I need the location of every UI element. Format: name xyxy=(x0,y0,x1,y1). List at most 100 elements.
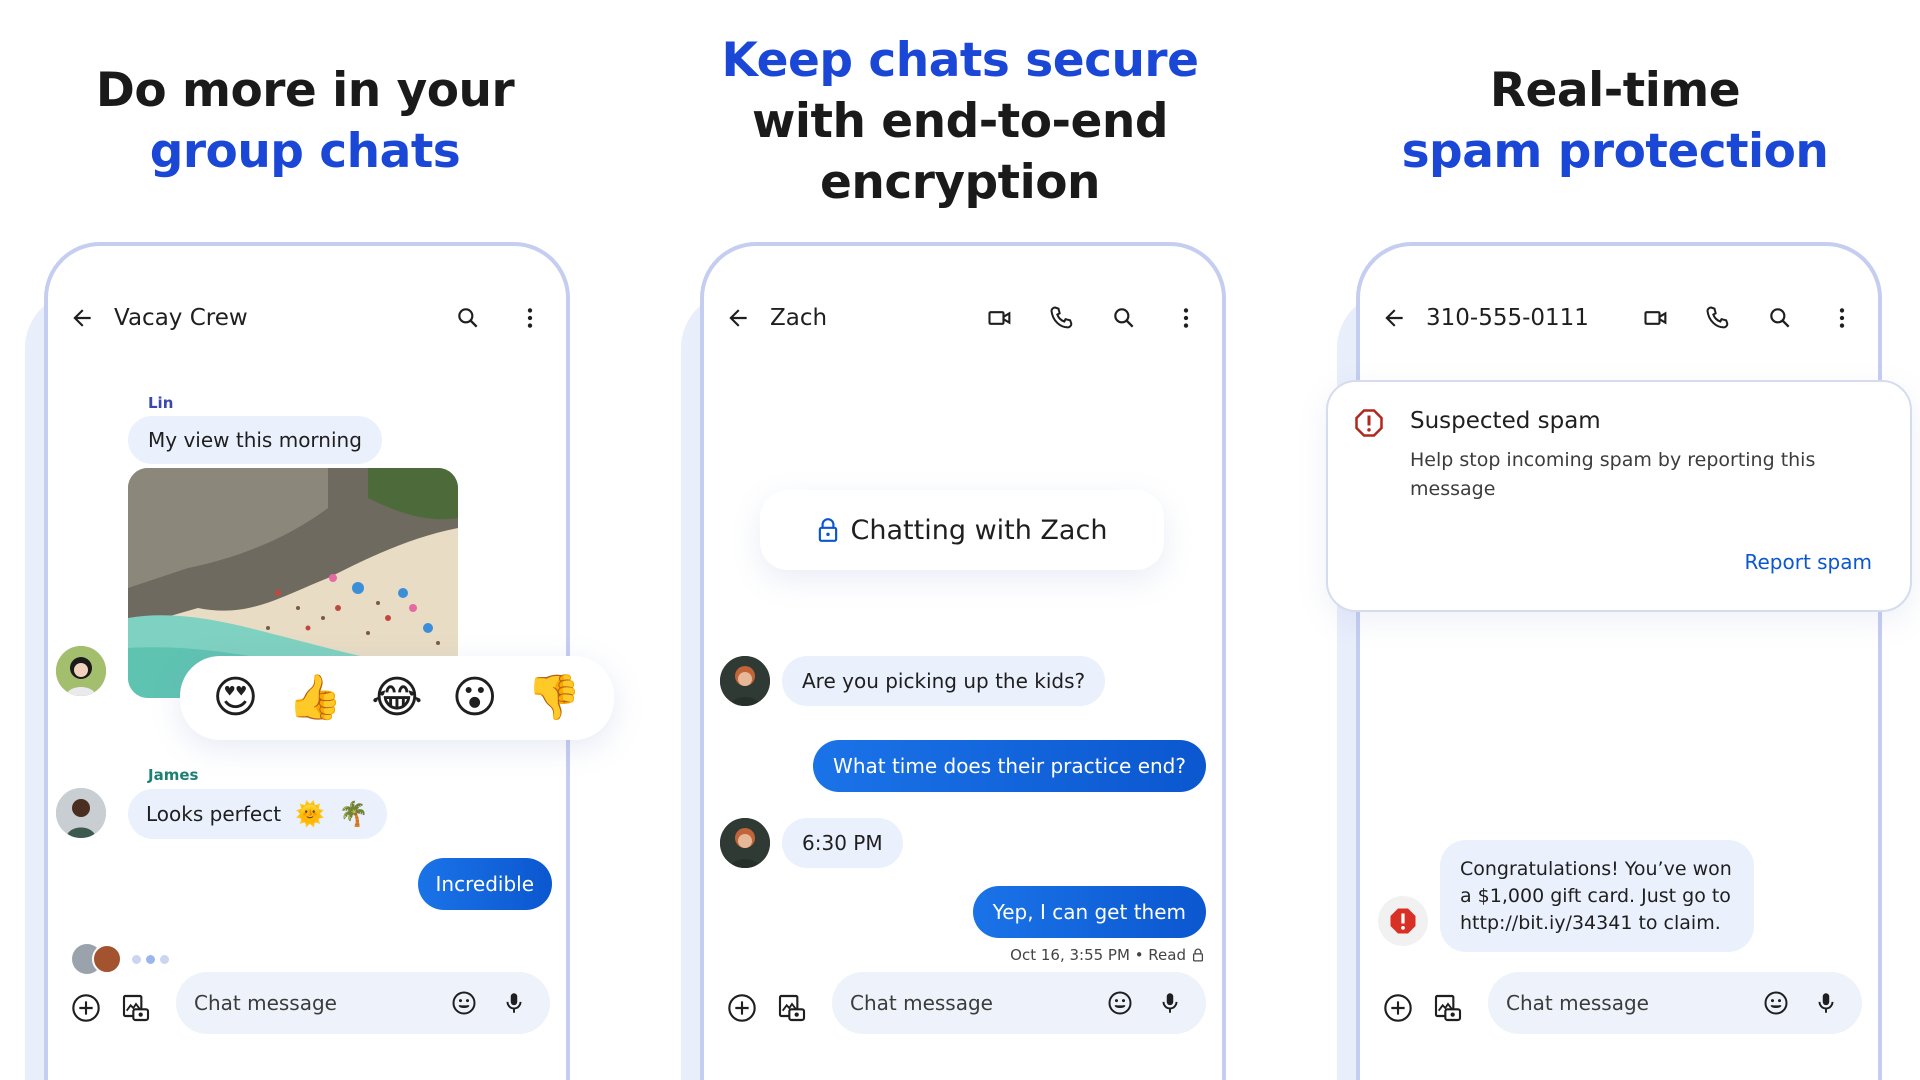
spam-warning-icon xyxy=(1355,409,1383,437)
reaction-thumbs-up[interactable]: 👍 xyxy=(287,676,342,720)
gallery-icon xyxy=(778,994,806,1022)
more-options-button[interactable] xyxy=(1170,302,1202,334)
more-vert-icon xyxy=(527,308,533,328)
message-text: Yep, I can get them xyxy=(992,900,1186,924)
add-attachment-button[interactable] xyxy=(1382,992,1414,1024)
back-button[interactable] xyxy=(66,302,98,334)
search-button[interactable] xyxy=(452,302,484,334)
encryption-banner: Chatting with Zach xyxy=(760,490,1164,570)
headline-spam-protection: Real-time spam protection xyxy=(1360,60,1870,182)
message-bubble[interactable]: 6:30 PM xyxy=(782,818,903,868)
phone-icon xyxy=(1706,306,1729,329)
top-app-bar: Zach xyxy=(704,294,1222,342)
emoji-icon xyxy=(1764,991,1788,1015)
avatar-lin[interactable] xyxy=(56,646,106,696)
chat-message-input[interactable]: Chat message xyxy=(832,972,1206,1034)
gallery-button[interactable] xyxy=(776,992,808,1024)
headline-line1: Keep chats secure xyxy=(721,33,1199,88)
message-bubble-outgoing[interactable]: Incredible xyxy=(417,858,552,910)
top-app-bar: 310-555-0111 xyxy=(1360,294,1878,342)
reaction-surprised[interactable]: 😮 xyxy=(452,676,498,720)
add-attachment-button[interactable] xyxy=(726,992,758,1024)
more-options-button[interactable] xyxy=(1826,302,1858,334)
avatar-zach[interactable] xyxy=(720,656,770,706)
more-vert-icon xyxy=(1183,308,1189,328)
spam-card-title: Suspected spam xyxy=(1410,408,1601,434)
message-bubble[interactable]: Looks perfect 🌞 🌴 xyxy=(128,789,387,839)
back-arrow-icon xyxy=(1385,309,1403,327)
headline-line3: encryption xyxy=(820,155,1100,210)
avatar-image xyxy=(56,788,106,838)
message-bubble[interactable]: My view this morning xyxy=(128,416,382,464)
message-text: Are you picking up the kids? xyxy=(802,669,1086,693)
spam-card-body: Help stop incoming spam by reporting thi… xyxy=(1410,449,1816,500)
composer: Chat message xyxy=(48,960,566,1080)
emoji-icon xyxy=(1108,991,1132,1015)
gallery-button[interactable] xyxy=(120,992,152,1024)
message-text: My view this morning xyxy=(148,428,362,452)
headline-line1: Do more in your xyxy=(95,63,515,118)
message-bubble-outgoing[interactable]: What time does their practice end? xyxy=(813,740,1206,792)
spam-message-bubble[interactable]: Congratulations! You’ve won a $1,000 gif… xyxy=(1440,840,1754,952)
video-call-button[interactable] xyxy=(984,302,1016,334)
suspected-spam-card: Suspected spam Help stop incoming spam b… xyxy=(1326,380,1912,612)
voice-call-button[interactable] xyxy=(1702,302,1734,334)
sender-name-lin: Lin xyxy=(148,394,174,412)
add-attachment-button[interactable] xyxy=(70,992,102,1024)
message-text: 6:30 PM xyxy=(802,831,883,855)
avatar-image xyxy=(720,818,770,868)
lock-icon xyxy=(818,518,837,542)
voice-input-button[interactable] xyxy=(1810,987,1842,1019)
phone-icon xyxy=(1050,306,1073,329)
chat-message-input[interactable]: Chat message xyxy=(176,972,550,1034)
search-icon xyxy=(458,308,478,328)
search-icon xyxy=(1114,308,1134,328)
headline-line2: group chats xyxy=(149,124,461,179)
reaction-picker: 😍 👍 😂 😮 👎 xyxy=(180,656,614,740)
back-arrow-icon xyxy=(729,309,747,327)
message-text: What time does their practice end? xyxy=(833,754,1186,778)
more-vert-icon xyxy=(1839,308,1845,328)
avatar-image xyxy=(720,656,770,706)
avatar-image xyxy=(56,646,106,696)
composer: Chat message xyxy=(704,960,1222,1080)
voice-input-button[interactable] xyxy=(1154,987,1186,1019)
search-button[interactable] xyxy=(1108,302,1140,334)
sender-name-james: James xyxy=(148,766,199,784)
headline-line2: with end-to-end xyxy=(751,94,1169,149)
headline-encryption: Keep chats secure with end-to-end encryp… xyxy=(700,30,1220,213)
chat-message-placeholder: Chat message xyxy=(194,991,337,1015)
reaction-thumbs-down[interactable]: 👎 xyxy=(527,676,582,720)
video-call-button[interactable] xyxy=(1640,302,1672,334)
avatar-zach[interactable] xyxy=(720,818,770,868)
reaction-laughing[interactable]: 😂 xyxy=(371,676,422,720)
message-bubble[interactable]: Are you picking up the kids? xyxy=(782,656,1106,706)
chat-message-input[interactable]: Chat message xyxy=(1488,972,1862,1034)
back-button[interactable] xyxy=(722,302,754,334)
voice-input-button[interactable] xyxy=(498,987,530,1019)
voice-call-button[interactable] xyxy=(1046,302,1078,334)
report-spam-button[interactable]: Report spam xyxy=(1744,550,1872,574)
chat-title: Zach xyxy=(770,305,828,331)
avatar-james[interactable] xyxy=(56,788,106,838)
video-call-icon xyxy=(988,311,1011,325)
encryption-banner-text: Chatting with Zach xyxy=(850,514,1108,546)
gallery-button[interactable] xyxy=(1432,992,1464,1024)
sun-emoji: 🌞 xyxy=(295,800,325,828)
search-icon xyxy=(1770,308,1790,328)
mic-icon xyxy=(506,993,522,1013)
message-bubble-outgoing[interactable]: Yep, I can get them xyxy=(972,886,1206,938)
phone-spam-chat: 310-555-0111 Suspected spam Help stop in… xyxy=(1326,242,1912,1080)
emoji-button[interactable] xyxy=(1760,987,1792,1019)
spam-indicator xyxy=(1378,896,1428,946)
emoji-button[interactable] xyxy=(448,987,480,1019)
headline-line1: Real-time xyxy=(1489,63,1741,118)
palm-tree-emoji: 🌴 xyxy=(338,800,369,828)
reaction-heart-eyes[interactable]: 😍 xyxy=(213,676,259,720)
search-button[interactable] xyxy=(1764,302,1796,334)
back-button[interactable] xyxy=(1378,302,1410,334)
more-options-button[interactable] xyxy=(514,302,546,334)
emoji-button[interactable] xyxy=(1104,987,1136,1019)
emoji-icon xyxy=(452,991,476,1015)
headline-line2: spam protection xyxy=(1401,124,1829,179)
